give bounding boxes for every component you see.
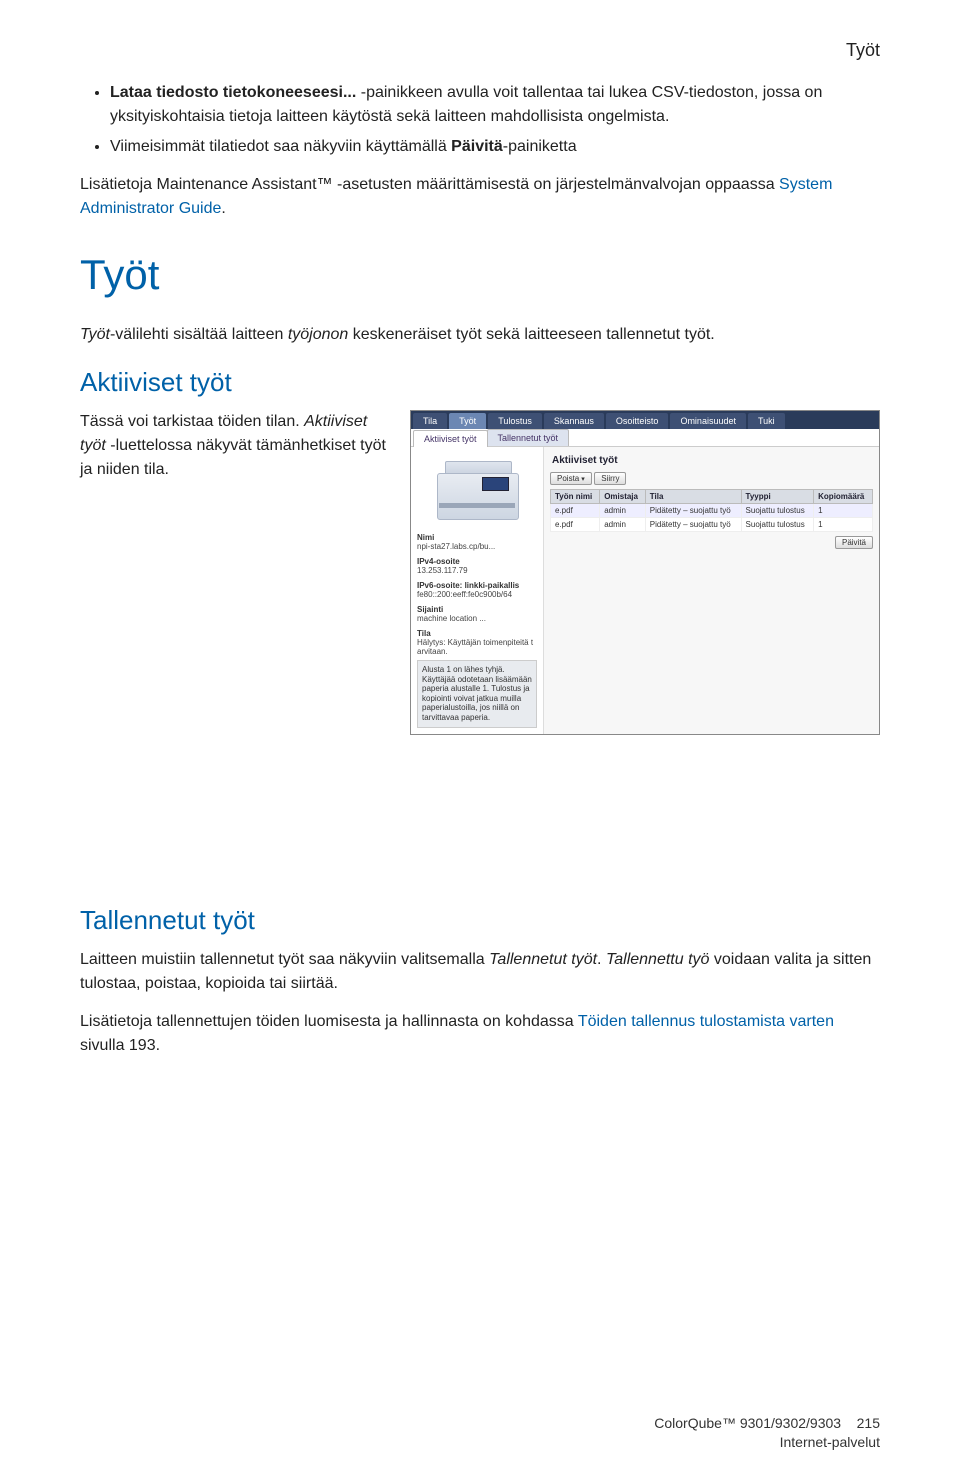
bullet-text-b: -painiketta: [503, 138, 577, 155]
cell-name: e.pdf: [551, 504, 600, 518]
tab-jobs[interactable]: Työt: [449, 413, 486, 429]
text: .: [597, 951, 606, 968]
cell-copies: 1: [814, 504, 873, 518]
saved-jobs-paragraph-1: Laitteen muistiin tallennetut työt saa n…: [80, 948, 880, 996]
col-owner[interactable]: Omistaja: [600, 490, 646, 504]
bullet-item: Lataa tiedosto tietokoneeseesi... -paini…: [110, 81, 880, 129]
text: keskeneräiset työt sekä laitteeseen tall…: [348, 326, 714, 343]
jobs-table: Työn nimi Omistaja Tila Tyyppi Kopiomäär…: [550, 489, 873, 532]
side-panel: Nimi npi-sta27.labs.cp/bu... IPv4-osoite…: [411, 447, 544, 734]
refresh-button[interactable]: Päivitä: [835, 536, 873, 549]
main-panel: Aktiiviset työt Poista▾ Siirry Työn nimi…: [544, 447, 879, 734]
text: Tässä voi tarkistaa töiden tilan.: [80, 413, 304, 430]
tab-addressbook[interactable]: Osoitteisto: [606, 413, 669, 429]
col-state[interactable]: Tila: [645, 490, 741, 504]
cell-name: e.pdf: [551, 518, 600, 532]
value-ipv4: 13.253.117.79: [417, 566, 537, 575]
col-job-name[interactable]: Työn nimi: [551, 490, 600, 504]
section-title-jobs: Työt: [80, 251, 880, 299]
label-ipv6: IPv6-osoite: linkki-paikallis: [417, 581, 537, 590]
label-ipv4: IPv4-osoite: [417, 557, 537, 566]
value-state: Hälytys: Käyttäjän toimenpiteitä tarvita…: [417, 638, 537, 656]
col-copies[interactable]: Kopiomäärä: [814, 490, 873, 504]
tab-status[interactable]: Tila: [413, 413, 447, 429]
text: Lisätietoja tallennettujen töiden luomis…: [80, 1013, 578, 1030]
footer-page-number: 215: [857, 1415, 880, 1431]
subsection-active-jobs: Aktiiviset työt: [80, 367, 880, 398]
saved-jobs-paragraph-2: Lisätietoja tallennettujen töiden luomis…: [80, 1010, 880, 1058]
delete-dropdown-button[interactable]: Poista▾: [550, 472, 592, 485]
italic: Työt: [80, 326, 110, 343]
footer-section: Internet-palvelut: [80, 1433, 880, 1453]
subtab-saved-jobs[interactable]: Tallennetut työt: [487, 429, 570, 446]
bullet-bold: Päivitä: [451, 138, 503, 155]
app-screenshot: Tila Työt Tulostus Skannaus Osoitteisto …: [410, 410, 880, 735]
cell-owner: admin: [600, 504, 646, 518]
col-type[interactable]: Tyyppi: [741, 490, 814, 504]
bullet-item: Viimeisimmät tilatiedot saa näkyviin käy…: [110, 135, 880, 159]
label-location: Sijainti: [417, 605, 537, 614]
panel-title: Aktiiviset työt: [552, 455, 873, 466]
bullet-bold: Lataa tiedosto tietokoneeseesi...: [110, 84, 356, 101]
page-footer: ColorQube™ 9301/9302/9303 215 Internet-p…: [80, 1414, 880, 1453]
tab-print[interactable]: Tulostus: [488, 413, 542, 429]
go-button[interactable]: Siirry: [594, 472, 626, 485]
table-row[interactable]: e.pdf admin Pidätetty – suojattu työ Suo…: [551, 518, 873, 532]
status-message-box: Alusta 1 on lähes tyhjä. Käyttäjää odote…: [417, 660, 537, 728]
page-header-right: Työt: [80, 40, 880, 61]
italic: Tallennetut työt: [489, 951, 597, 968]
bullet-text-a: Viimeisimmät tilatiedot saa näkyviin käy…: [110, 138, 451, 155]
cell-owner: admin: [600, 518, 646, 532]
label-name: Nimi: [417, 533, 537, 542]
text: -välilehti sisältää laitteen: [110, 326, 288, 343]
label-state: Tila: [417, 629, 537, 638]
table-row[interactable]: e.pdf admin Pidätetty – suojattu työ Suo…: [551, 504, 873, 518]
cell-copies: 1: [814, 518, 873, 532]
toolbar: Poista▾ Siirry: [550, 472, 873, 485]
italic: työjonon: [288, 326, 349, 343]
text: .: [221, 200, 225, 217]
text: Laitteen muistiin tallennetut työt saa n…: [80, 951, 489, 968]
subsection-saved-jobs: Tallennetut työt: [80, 905, 880, 936]
saved-jobs-link[interactable]: Töiden tallennus tulostamista varten: [578, 1013, 834, 1030]
intro-bullet-list: Lataa tiedosto tietokoneeseesi... -paini…: [80, 81, 880, 159]
cell-type: Suojattu tulostus: [741, 504, 814, 518]
value-ipv6: fe80::200:eeff:fe0c900b/64: [417, 590, 537, 599]
text: Lisätietoja Maintenance Assistant™ -aset…: [80, 176, 779, 193]
text: -luettelossa näkyvät tämänhetkiset työt …: [80, 437, 386, 478]
footer-product: ColorQube™ 9301/9302/9303: [654, 1415, 841, 1431]
active-jobs-description: Tässä voi tarkistaa töiden tilan. Aktiiv…: [80, 410, 390, 482]
value-location: machine location ...: [417, 614, 537, 623]
delete-label: Poista: [557, 474, 579, 483]
cell-state: Pidätetty – suojattu työ: [645, 504, 741, 518]
text: sivulla 193.: [80, 1037, 160, 1054]
section-intro: Työt-välilehti sisältää laitteen työjono…: [80, 323, 880, 347]
tab-scan[interactable]: Skannaus: [544, 413, 604, 429]
chevron-down-icon: ▾: [581, 476, 585, 483]
maintenance-paragraph: Lisätietoja Maintenance Assistant™ -aset…: [80, 173, 880, 221]
italic: Tallennettu työ: [606, 951, 709, 968]
cell-type: Suojattu tulostus: [741, 518, 814, 532]
tab-properties[interactable]: Ominaisuudet: [670, 413, 746, 429]
printer-icon: [427, 453, 527, 523]
tab-support[interactable]: Tuki: [748, 413, 785, 429]
value-name: npi-sta27.labs.cp/bu...: [417, 542, 537, 551]
main-tabs: Tila Työt Tulostus Skannaus Osoitteisto …: [411, 411, 879, 429]
cell-state: Pidätetty – suojattu työ: [645, 518, 741, 532]
sub-tabs: Aktiiviset työt Tallennetut työt: [411, 429, 879, 447]
subtab-active-jobs[interactable]: Aktiiviset työt: [413, 430, 488, 447]
